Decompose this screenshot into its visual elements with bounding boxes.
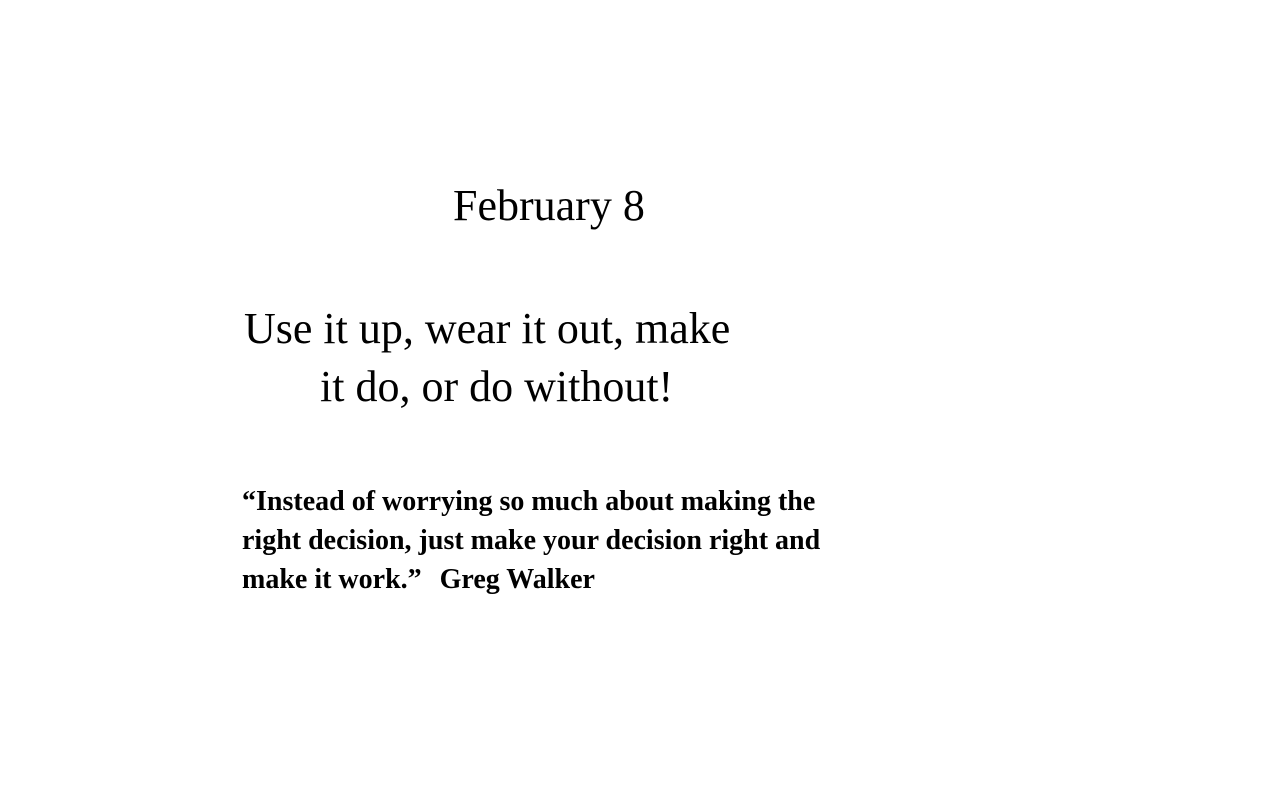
page-date: February 8 [453,181,645,230]
quote-line-3: make it work.” Greg Walker [242,560,962,599]
quote-line-2: right decision, just make your decision … [242,525,821,556]
motto-line-1: Use it up, wear it out, make [244,304,731,353]
motto: Use it up, wear it out, make it do, or d… [244,300,804,416]
quote: “Instead of worrying so much about makin… [242,482,962,599]
document-page: February 8 Use it up, wear it out, make … [0,0,1272,810]
motto-line-2: it do, or do without! [320,362,674,411]
quote-line-1: “Instead of worrying so much about makin… [242,486,816,517]
quote-attribution: Greg Walker [439,564,595,595]
quote-text-end: make it work.” [242,564,422,595]
